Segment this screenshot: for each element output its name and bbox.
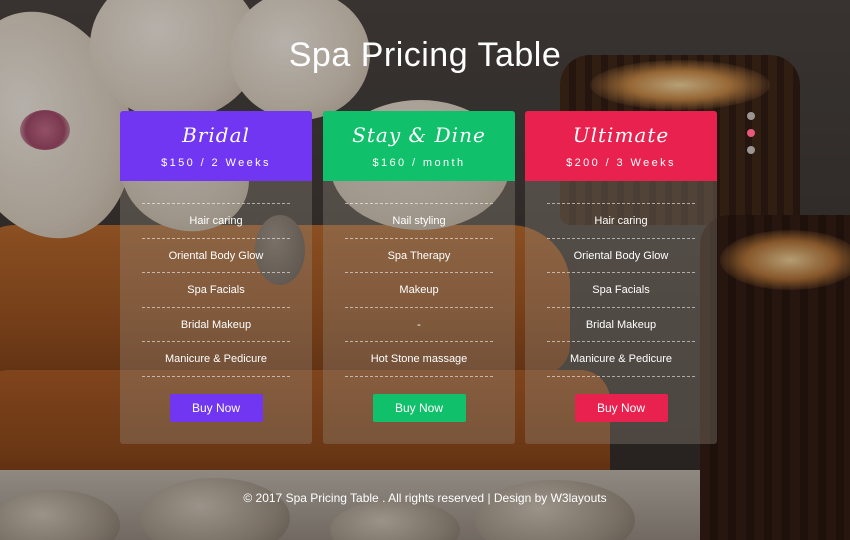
- feature-item: Spa Therapy: [345, 239, 493, 273]
- buy-now-button[interactable]: Buy Now: [169, 393, 263, 422]
- feature-item: Oriental Body Glow: [547, 239, 695, 273]
- feature-item: Nail styling: [345, 204, 493, 239]
- feature-item: Bridal Makeup: [547, 308, 695, 342]
- slider-dot-2[interactable]: [747, 129, 755, 137]
- slider-dots: [747, 112, 755, 163]
- pricing-card-stay-dine: Stay & Dine $160 / month Nail styling Sp…: [323, 111, 515, 444]
- feature-item: Hair caring: [547, 204, 695, 239]
- page-title: Spa Pricing Table: [288, 36, 562, 74]
- feature-item: Makeup: [345, 273, 493, 308]
- feature-item: Hot Stone massage: [345, 342, 493, 377]
- buy-now-button[interactable]: Buy Now: [372, 393, 466, 422]
- card-header: Bridal $150 / 2 Weeks: [120, 111, 312, 181]
- plan-price: $160 / month: [372, 157, 466, 169]
- feature-item: Manicure & Pedicure: [142, 342, 290, 377]
- feature-item: Manicure & Pedicure: [547, 342, 695, 377]
- feature-list: Nail styling Spa Therapy Makeup - Hot St…: [345, 203, 493, 377]
- slider-dot-3[interactable]: [747, 146, 755, 154]
- plan-name: Ultimate: [572, 123, 670, 147]
- pricing-card-ultimate: Ultimate $200 / 3 Weeks Hair caring Orie…: [525, 111, 717, 444]
- pricing-card-bridal: Bridal $150 / 2 Weeks Hair caring Orient…: [120, 111, 312, 444]
- plan-name: Bridal: [182, 123, 250, 147]
- feature-item: Bridal Makeup: [142, 308, 290, 342]
- footer-copyright: © 2017 Spa Pricing Table . All rights re…: [243, 491, 607, 505]
- feature-item: Spa Facials: [142, 273, 290, 308]
- plan-price: $150 / 2 Weeks: [161, 157, 271, 169]
- feature-item: Oriental Body Glow: [142, 239, 290, 273]
- feature-item: Hair caring: [142, 204, 290, 239]
- feature-list: Hair caring Oriental Body Glow Spa Facia…: [547, 203, 695, 377]
- slider-dot-1[interactable]: [747, 112, 755, 120]
- card-header: Ultimate $200 / 3 Weeks: [525, 111, 717, 181]
- buy-now-button[interactable]: Buy Now: [574, 393, 668, 422]
- feature-item: -: [345, 308, 493, 342]
- feature-item: Spa Facials: [547, 273, 695, 308]
- card-header: Stay & Dine $160 / month: [323, 111, 515, 181]
- plan-name: Stay & Dine: [352, 123, 486, 147]
- feature-list: Hair caring Oriental Body Glow Spa Facia…: [142, 203, 290, 377]
- plan-price: $200 / 3 Weeks: [566, 157, 676, 169]
